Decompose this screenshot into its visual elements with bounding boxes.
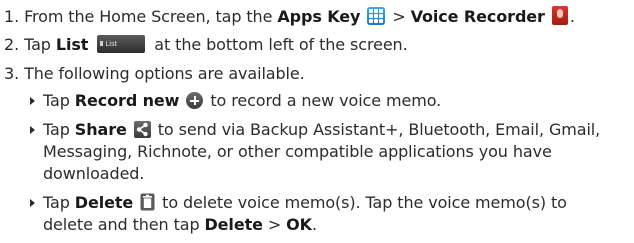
- voice-recorder-icon: [551, 6, 568, 25]
- trash-icon: [140, 193, 155, 211]
- step-number: 2.: [4, 35, 20, 54]
- step-3: 3. The following options are available.: [4, 64, 305, 84]
- option-text: .: [311, 215, 317, 234]
- bullet-icon: [30, 97, 35, 105]
- option-text: >: [262, 215, 287, 234]
- option-text: Tap: [43, 91, 75, 110]
- step-number: 1.: [4, 7, 20, 26]
- list-button-icon: List: [97, 35, 146, 53]
- step-text: at the bottom left of the screen.: [149, 35, 408, 54]
- voice-recorder-label: Voice Recorder: [410, 7, 545, 26]
- step-text: .: [569, 7, 575, 26]
- option-text: delete and then tap: [43, 215, 205, 234]
- option-text: to delete voice memo(s). Tap the voice m…: [157, 193, 567, 212]
- apps-grid-icon: [367, 7, 386, 25]
- option-share: Tap Share to send via Backup Assistant+,…: [43, 120, 600, 140]
- step-1: 1. From the Home Screen, tap the Apps Ke…: [4, 6, 575, 26]
- step-2: 2. Tap List List at the bottom left of t…: [4, 35, 408, 55]
- option-text: downloaded.: [43, 164, 145, 183]
- bullet-icon: [30, 199, 35, 207]
- step-text: From the Home Screen, tap the: [24, 7, 278, 26]
- bullet-icon: [30, 126, 35, 134]
- list-button-label: List: [100, 40, 118, 48]
- option-delete-line-2: delete and then tap Delete > OK.: [43, 215, 317, 235]
- option-text: Tap: [43, 120, 75, 139]
- option-share-line-2: Messaging, Richnote, or other compatible…: [43, 142, 552, 162]
- manual-instructions: 1. From the Home Screen, tap the Apps Ke…: [0, 0, 634, 243]
- step-text: >: [387, 7, 411, 26]
- apps-key-label: Apps Key: [277, 7, 361, 26]
- step-text: Tap: [24, 35, 56, 54]
- delete-label: Delete: [204, 215, 263, 234]
- record-new-label: Record new: [74, 91, 180, 110]
- share-label: Share: [74, 120, 127, 139]
- option-delete: Tap Delete to delete voice memo(s). Tap …: [43, 193, 567, 213]
- ok-label: OK: [286, 215, 312, 234]
- option-text: to record a new voice memo.: [205, 91, 442, 110]
- option-share-line-3: downloaded.: [43, 164, 144, 184]
- option-text: Messaging, Richnote, or other compatible…: [43, 142, 552, 161]
- list-label: List: [55, 35, 89, 54]
- option-text: Tap: [43, 193, 75, 212]
- share-icon: [133, 121, 151, 138]
- delete-label: Delete: [74, 193, 134, 212]
- option-record-new: Tap Record new to record a new voice mem…: [43, 91, 441, 111]
- step-text: The following options are available.: [24, 64, 305, 83]
- step-number: 3.: [4, 64, 20, 83]
- option-text: to send via Backup Assistant+, Bluetooth…: [152, 120, 601, 139]
- plus-circle-icon: [186, 92, 204, 109]
